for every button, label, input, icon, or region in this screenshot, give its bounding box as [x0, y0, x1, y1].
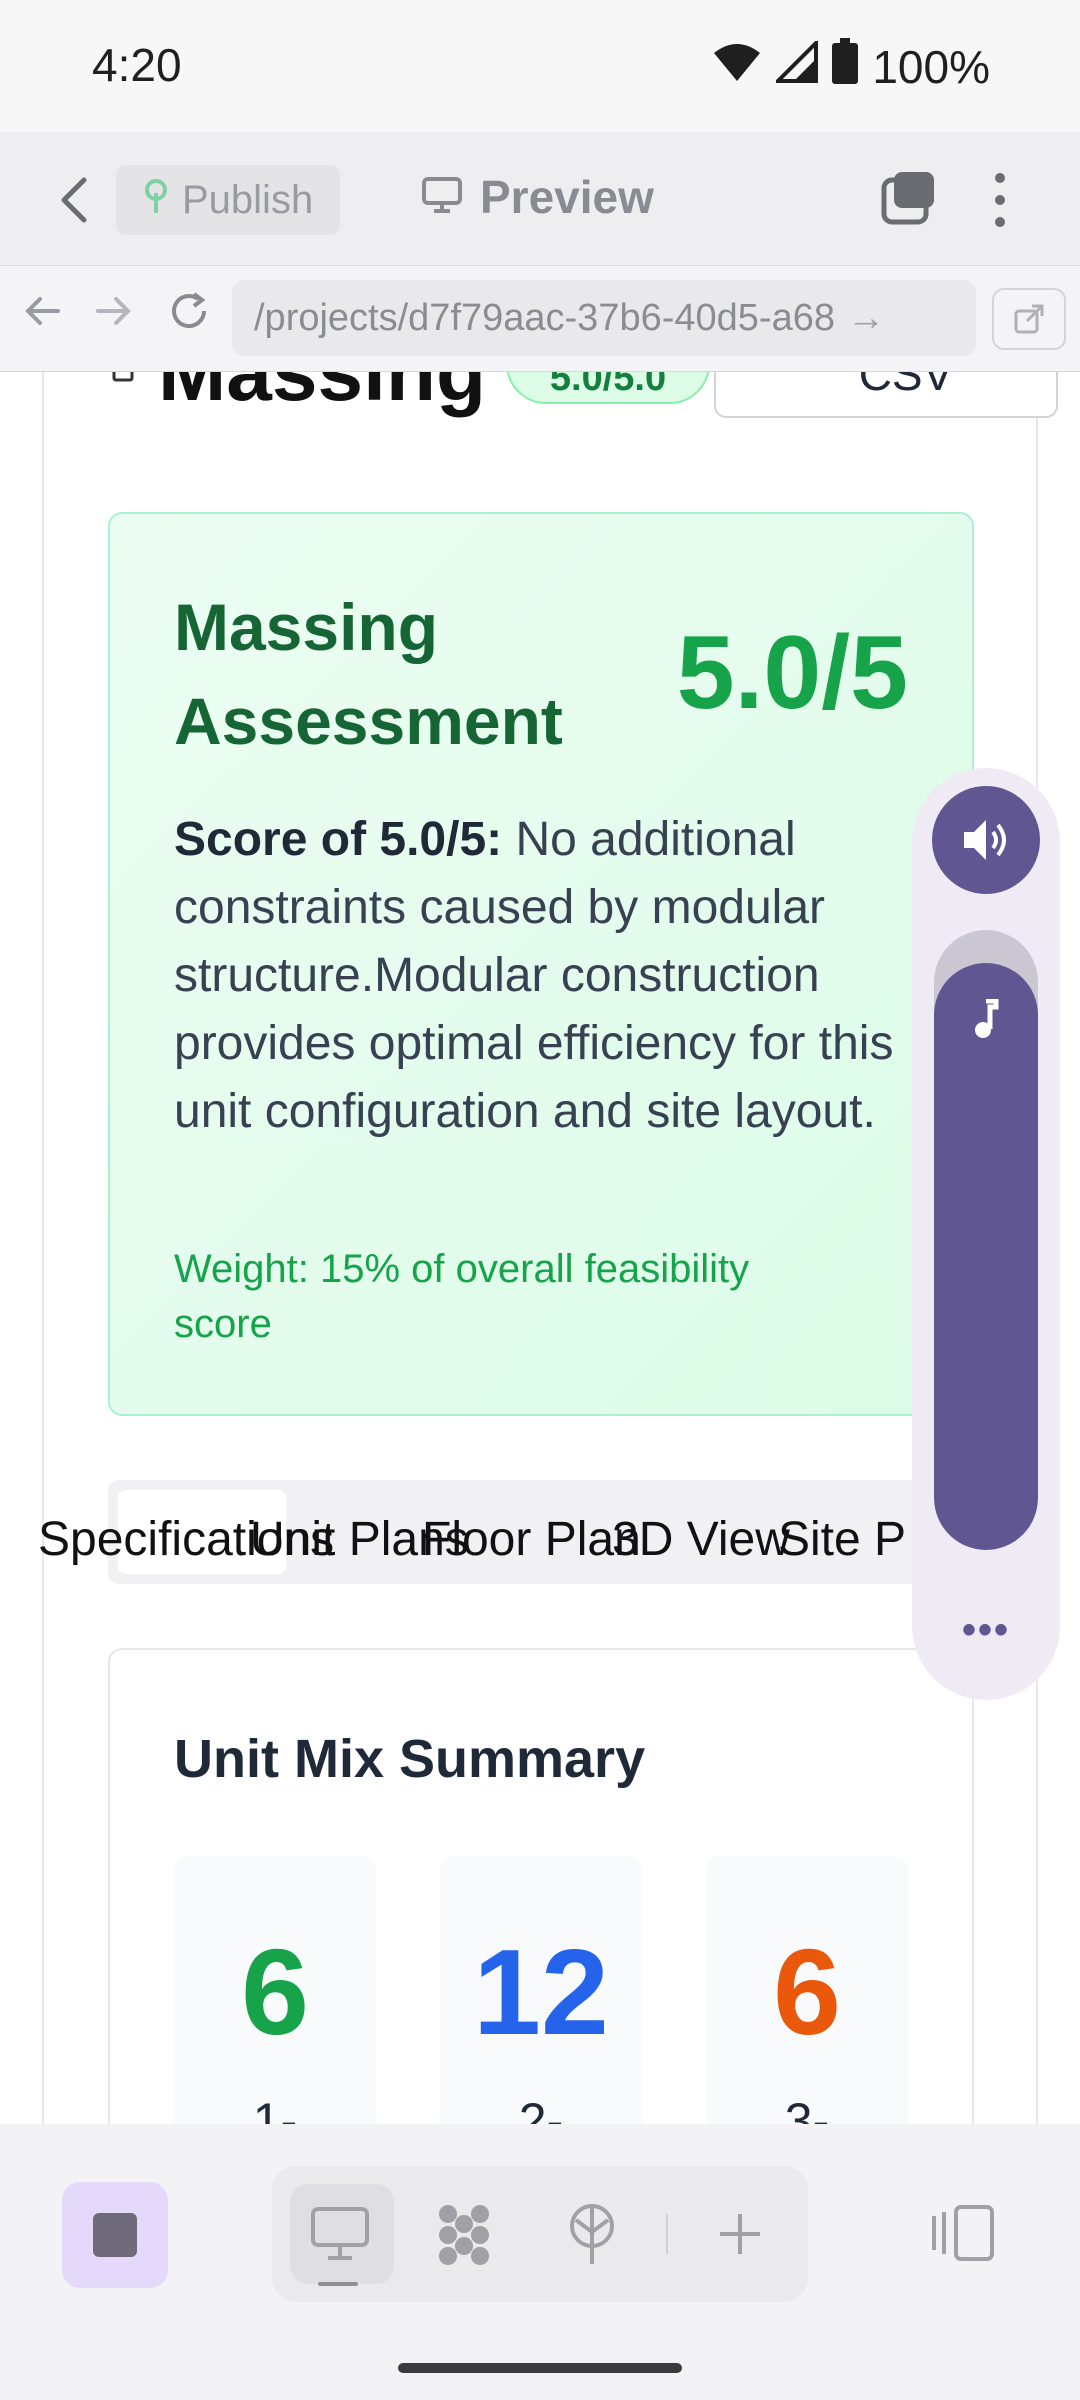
back-chevron-icon[interactable]: [56, 172, 92, 233]
battery-icon: [832, 38, 859, 95]
download-icon: [750, 372, 770, 378]
assessment-title: Massing Assessment: [174, 590, 563, 758]
massing-icon: [112, 372, 134, 387]
tab-floor-plan[interactable]: Floor Plan: [422, 1512, 641, 1567]
panel-toggle-icon[interactable]: [930, 2204, 996, 2267]
stop-button[interactable]: [62, 2182, 168, 2288]
url-text: /projects/d7f79aac-37b6-40d5-a68: [254, 296, 835, 339]
unit-count: 6: [241, 1924, 309, 2060]
more-options-icon[interactable]: •••: [912, 1608, 1060, 1653]
nav-back-icon[interactable]: [24, 296, 60, 331]
volume-button[interactable]: [932, 786, 1040, 894]
desktop-view-icon[interactable]: [310, 2206, 370, 2267]
preview-button[interactable]: Preview: [422, 170, 654, 224]
url-arrow-icon: →: [846, 296, 885, 339]
unit-label: 2-: [518, 2093, 564, 2124]
more-vert-icon[interactable]: [990, 170, 1010, 235]
home-indicator[interactable]: [398, 2363, 682, 2373]
status-bar: 4:20 100%: [0, 0, 1080, 132]
toolbar-divider: [666, 2214, 668, 2254]
components-icon[interactable]: [432, 2204, 496, 2271]
tab-3d-view[interactable]: 3D View: [612, 1512, 790, 1567]
export-csv-button[interactable]: CSV: [714, 372, 1058, 418]
page-title: Massing: [158, 372, 487, 418]
unit-mix-title: Unit Mix Summary: [174, 1729, 646, 1789]
unit-mix-item: 12 2-: [440, 1856, 642, 2124]
stop-icon: [93, 2213, 137, 2257]
score-badge: 5.0/5.0: [506, 372, 710, 404]
tab-site-plan[interactable]: Site P: [778, 1512, 906, 1567]
open-external-button[interactable]: [992, 288, 1066, 350]
unit-mix-item: 6 1-: [174, 1856, 376, 2124]
massing-assessment-card: Massing Assessment 5.0/5 Score of 5.0/5:…: [108, 512, 974, 1416]
assessment-description: Score of 5.0/5: No additional constraint…: [174, 806, 894, 1146]
csv-label: CSV: [858, 372, 954, 400]
unit-label: 3-: [784, 2093, 830, 2124]
assessment-score-label: Score of 5.0/5:: [174, 813, 503, 866]
monitor-icon: [422, 170, 462, 224]
open-external-icon: [1014, 304, 1044, 334]
tabs-icon[interactable]: [880, 170, 936, 231]
unit-mix-item: 6 3-: [706, 1856, 908, 2124]
preview-label: Preview: [480, 171, 654, 223]
music-note-icon: [972, 998, 1000, 1044]
publish-label: Publish: [182, 177, 314, 222]
wifi-icon: [712, 40, 762, 94]
signal-icon: [773, 37, 819, 94]
volume-icon: [964, 820, 1006, 860]
url-field[interactable]: /projects/d7f79aac-37b6-40d5-a68 →: [232, 280, 976, 356]
volume-panel: •••: [912, 768, 1060, 1700]
unit-count: 12: [473, 1924, 609, 2060]
battery-percent: 100%: [872, 40, 990, 93]
unit-label: 1-: [252, 2093, 298, 2124]
sprout-nav-icon[interactable]: [566, 2202, 618, 2269]
gesture-hint: [318, 2282, 358, 2286]
sprout-icon: [142, 178, 170, 223]
reload-icon[interactable]: [168, 290, 210, 337]
status-time: 4:20: [92, 39, 182, 91]
nav-forward-icon[interactable]: [96, 296, 132, 331]
volume-slider[interactable]: [934, 930, 1038, 1550]
unit-mix-card: Unit Mix Summary 6 1- 12 2- 6 3-: [108, 1648, 974, 2124]
volume-slider-fill: [934, 963, 1038, 1550]
assessment-weight: Weight: 15% of overall feasibility score: [174, 1247, 750, 1346]
assessment-score: 5.0/5: [676, 615, 908, 731]
add-icon[interactable]: [716, 2210, 764, 2263]
publish-button[interactable]: Publish: [116, 165, 340, 235]
unit-count: 6: [773, 1924, 841, 2060]
